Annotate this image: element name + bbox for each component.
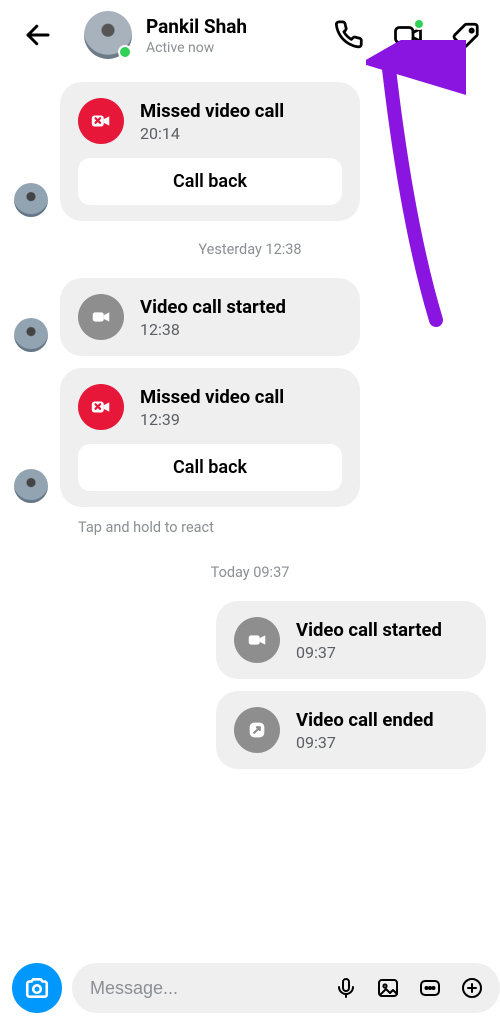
call-time: 09:37 [296,643,442,662]
sender-avatar[interactable] [14,318,48,352]
call-bubble[interactable]: Video call ended 09:37 [216,691,486,769]
sender-avatar[interactable] [14,469,48,503]
sticker-icon[interactable] [412,976,448,1000]
back-arrow-icon[interactable] [22,19,54,51]
call-ended-icon [234,707,280,753]
video-call-icon [78,294,124,340]
call-title: Video call ended [296,709,434,731]
call-bubble[interactable]: Missed video call 12:39 Call back [60,368,360,507]
chat-scroll-area[interactable]: Missed video call 20:14 Call back Yester… [0,70,500,958]
add-icon[interactable] [454,976,490,1000]
call-back-button[interactable]: Call back [78,158,342,205]
presence-dot-icon [413,18,425,30]
call-title: Video call started [296,619,442,641]
contact-status: Active now [146,40,266,56]
camera-button[interactable] [12,963,62,1013]
audio-call-icon[interactable] [334,19,366,51]
call-bubble[interactable]: Video call started 12:38 [60,278,360,356]
reaction-hint: Tap and hold to react [0,513,500,550]
contact-name: Pankil Shah [146,15,266,38]
contact-name-block[interactable]: Pankil Shah Active now [146,15,266,56]
message-row-outgoing: Video call ended 09:37 [0,685,500,775]
presence-dot-icon [118,45,132,59]
timestamp-separator: Yesterday 12:38 [0,227,500,272]
message-row-incoming: Missed video call 12:39 Call back [0,362,500,513]
message-row-incoming: Missed video call 20:14 Call back [0,76,500,227]
message-input-pill [72,963,500,1013]
message-row-outgoing: Video call started 09:37 [0,595,500,685]
chat-header: Pankil Shah Active now [0,0,500,70]
missed-video-call-icon [78,384,124,430]
call-title: Video call started [140,296,286,318]
gallery-icon[interactable] [370,976,406,1000]
mic-icon[interactable] [328,976,364,1000]
contact-avatar[interactable] [84,11,132,59]
call-title: Missed video call [140,386,284,408]
call-time: 09:37 [296,733,434,752]
sender-avatar[interactable] [14,183,48,217]
message-input[interactable] [90,978,322,999]
call-title: Missed video call [140,100,284,122]
video-call-icon [234,617,280,663]
timestamp-separator: Today 09:37 [0,550,500,595]
message-row-incoming: Video call started 12:38 [0,272,500,362]
call-time: 12:39 [140,410,284,429]
call-bubble[interactable]: Missed video call 20:14 Call back [60,82,360,221]
call-time: 12:38 [140,320,286,339]
call-bubble[interactable]: Video call started 09:37 [216,601,486,679]
video-call-icon[interactable] [392,19,424,51]
missed-video-call-icon [78,98,124,144]
call-back-button[interactable]: Call back [78,444,342,491]
call-time: 20:14 [140,124,284,143]
composer-bar [0,958,500,1024]
tag-icon[interactable] [450,19,482,51]
